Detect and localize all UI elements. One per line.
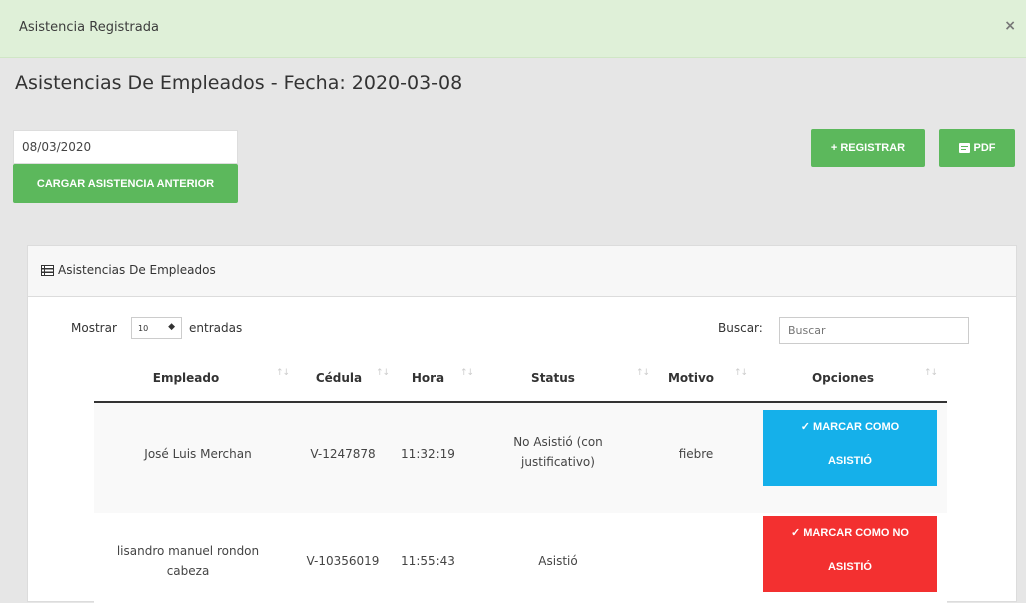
column-header-motivo[interactable]: Motivo — [666, 371, 716, 385]
page-title: Asistencias De Empleados - Fecha: 2020-0… — [15, 72, 463, 94]
sort-icon[interactable]: ↑↓ — [734, 368, 748, 378]
file-icon — [958, 143, 970, 153]
list-icon — [41, 264, 54, 276]
column-header-opciones[interactable]: Opciones — [788, 371, 898, 385]
column-header-cedula[interactable]: Cédula — [309, 371, 369, 385]
cell-status: No Asistió (con justificativo) — [513, 435, 603, 469]
pdf-label: PDF — [973, 142, 996, 154]
cell-hora: 11:32:19 — [401, 447, 455, 461]
close-icon[interactable]: × — [1004, 18, 1016, 34]
sort-icon[interactable]: ↑↓ — [276, 368, 290, 378]
entries-select[interactable]: 10 ◆ — [131, 317, 182, 339]
column-header-hora[interactable]: Hora — [408, 371, 448, 385]
sort-icon[interactable]: ↑↓ — [924, 368, 938, 378]
sort-icon[interactable]: ↑↓ — [636, 368, 650, 378]
column-header-status[interactable]: Status — [498, 371, 608, 385]
panel-title: Asistencias De Empleados — [41, 263, 216, 277]
cell-cedula: V-1247878 — [310, 447, 376, 461]
cell-motivo: fiebre — [678, 447, 714, 461]
panel-heading: Asistencias De Empleados — [28, 246, 1016, 297]
date-field[interactable] — [13, 130, 238, 164]
panel-title-text: Asistencias De Empleados — [58, 263, 216, 277]
cell-empleado: lisandro manuel rondon cabeza — [116, 544, 260, 578]
column-header-empleado[interactable]: Empleado — [136, 371, 236, 385]
sort-icon[interactable]: ↑↓ — [376, 368, 390, 378]
register-button[interactable]: + REGISTRAR — [811, 129, 925, 167]
entries-label: entradas — [189, 321, 243, 335]
alert-message: Asistencia Registrada — [19, 20, 159, 35]
search-input[interactable] — [779, 317, 969, 344]
show-label: Mostrar — [71, 321, 117, 335]
search-label: Buscar: — [718, 321, 763, 335]
mark-not-attended-button[interactable]: ✓ MARCAR COMO NO ASISTIÓ — [763, 516, 937, 592]
cell-empleado: José Luis Merchan — [144, 447, 252, 461]
load-previous-attendance-button[interactable]: CARGAR ASISTENCIA ANTERIOR — [13, 164, 238, 203]
sort-icon[interactable]: ↑↓ — [460, 368, 474, 378]
cell-hora: 11:55:43 — [401, 554, 455, 568]
pdf-button[interactable]: PDF — [939, 129, 1015, 167]
chevron-updown-icon: ◆ — [168, 322, 175, 332]
entries-value: 10 — [138, 323, 149, 333]
attendance-panel: Asistencias De Empleados Mostrar 10 ◆ en… — [27, 245, 1017, 603]
mark-attended-button[interactable]: ✓ MARCAR COMO ASISTIÓ — [763, 410, 937, 486]
success-alert: Asistencia Registrada × — [0, 0, 1026, 58]
cell-cedula: V-10356019 — [306, 554, 380, 568]
cell-status: Asistió — [538, 554, 578, 568]
